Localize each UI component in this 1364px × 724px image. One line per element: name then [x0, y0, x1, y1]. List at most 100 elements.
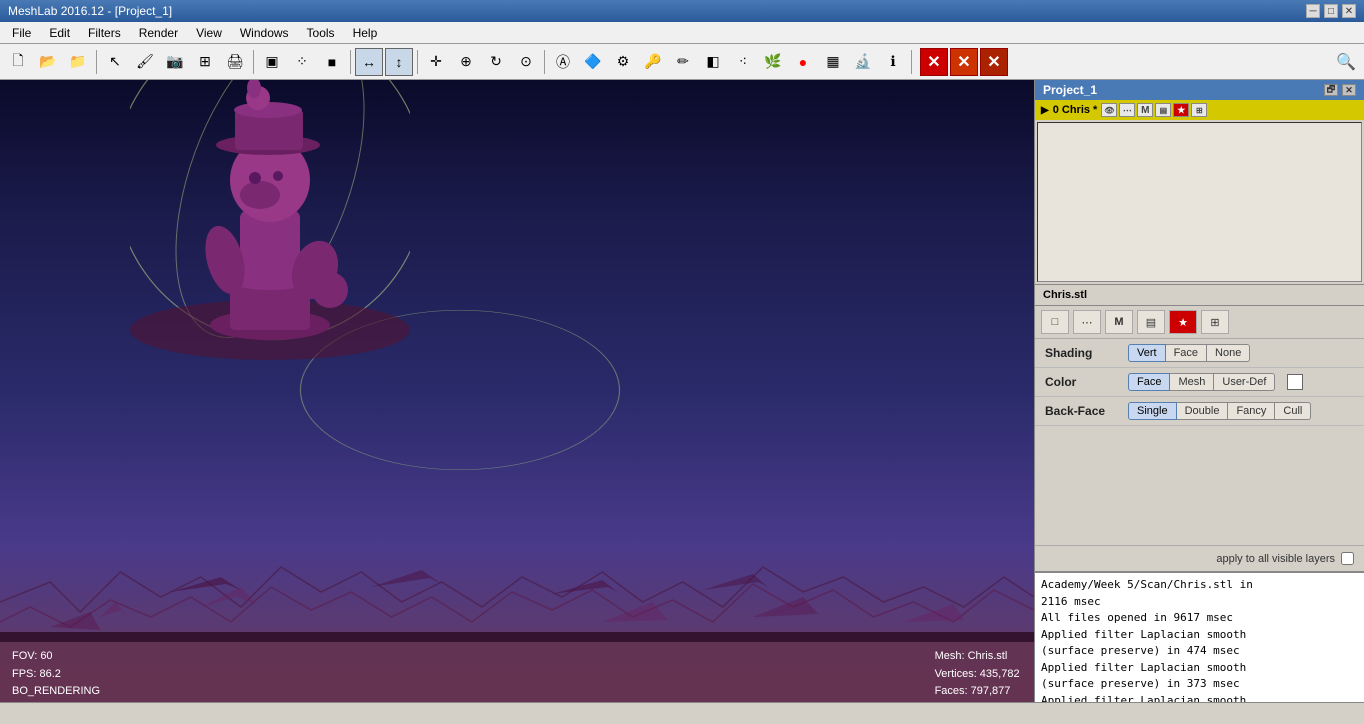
backface-double-button[interactable]: Double: [1177, 402, 1229, 420]
print-button[interactable]: 🖨: [221, 48, 249, 76]
separator-2: [253, 50, 254, 74]
brush-button[interactable]: ✏: [669, 48, 697, 76]
log-line-2: All files opened in 9617 msec: [1041, 610, 1358, 627]
shading-row: Shading Vert Face None: [1035, 339, 1364, 368]
snap-button[interactable]: ⊙: [512, 48, 540, 76]
shading-none-button[interactable]: None: [1207, 344, 1250, 362]
translate-x-button[interactable]: ↔: [355, 48, 383, 76]
title-bar-controls[interactable]: ─ □ ✕: [1306, 4, 1356, 18]
backface-single-button[interactable]: Single: [1128, 402, 1177, 420]
prop-icon-points[interactable]: ⋯: [1073, 310, 1101, 334]
plugin3-button[interactable]: 🔑: [639, 48, 667, 76]
layer-eye-icon[interactable]: 👁: [1101, 103, 1117, 117]
color-face-button[interactable]: Face: [1128, 373, 1170, 391]
layer-points-icon[interactable]: ⋯: [1119, 103, 1135, 117]
project-panel-header: Project_1 🗗 ✕: [1035, 80, 1364, 100]
viewport[interactable]: FOV: 60 FPS: 86.2 BO_RENDERING Mesh: Chr…: [0, 80, 1034, 702]
log-line-1: 2116 msec: [1041, 594, 1358, 611]
search-button[interactable]: 🔍: [1332, 48, 1360, 76]
shading-face-button[interactable]: Face: [1166, 344, 1207, 362]
snapshot-button[interactable]: 📷: [161, 48, 189, 76]
layer-grid-icon[interactable]: ⊞: [1191, 103, 1207, 117]
layer-mesh-icon[interactable]: M: [1137, 103, 1153, 117]
mesh-button[interactable]: 🌿: [759, 48, 787, 76]
rotate-button[interactable]: ↻: [482, 48, 510, 76]
transform-button[interactable]: ✛: [422, 48, 450, 76]
menu-view[interactable]: View: [188, 24, 230, 42]
select-button[interactable]: ↖: [101, 48, 129, 76]
filter-button[interactable]: 🔬: [849, 48, 877, 76]
properties-spacer: [1035, 426, 1364, 545]
layer-row[interactable]: ▶ 0 Chris * 👁 ⋯ M ▤ ★ ⊞: [1035, 100, 1364, 120]
properties-icons: □ ⋯ M ▤ ★ ⊞: [1035, 306, 1364, 339]
panel-restore-button[interactable]: 🗗: [1324, 84, 1338, 96]
color-userdef-button[interactable]: User-Def: [1214, 373, 1275, 391]
backface-fancy-button[interactable]: Fancy: [1228, 402, 1275, 420]
prop-icon-geom[interactable]: □: [1041, 310, 1069, 334]
project-list-area: [1037, 122, 1362, 282]
plugin1-button[interactable]: 🔷: [579, 48, 607, 76]
menu-tools[interactable]: Tools: [299, 24, 343, 42]
color-label: Color: [1045, 375, 1120, 389]
layer-label: 0 Chris *: [1053, 104, 1098, 116]
faces-label: Faces: 797,877: [935, 683, 1022, 701]
apply-all-checkbox[interactable]: [1341, 552, 1354, 565]
menu-filters[interactable]: Filters: [80, 24, 129, 42]
window-title: MeshLab 2016.12 - [Project_1]: [8, 4, 172, 18]
prop-icon-color2[interactable]: ★: [1169, 310, 1197, 334]
layers-button[interactable]: ⊞: [191, 48, 219, 76]
shading-vert-button[interactable]: Vert: [1128, 344, 1166, 362]
texture-button[interactable]: ◧: [699, 48, 727, 76]
log-panel-container: Academy/Week 5/Scan/Chris.stl in 2116 ms…: [1035, 571, 1364, 702]
menu-help[interactable]: Help: [345, 24, 386, 42]
square-button[interactable]: ■: [318, 48, 346, 76]
red-x-button-1[interactable]: ✕: [920, 48, 948, 76]
close-button[interactable]: ✕: [1342, 4, 1356, 18]
color-btn-group: Face Mesh User-Def: [1128, 373, 1275, 391]
red-x-button-3[interactable]: ✕: [980, 48, 1008, 76]
open-folder-button[interactable]: 📁: [64, 48, 92, 76]
panel-close-button[interactable]: ✕: [1342, 84, 1356, 96]
menu-edit[interactable]: Edit: [41, 24, 78, 42]
title-bar: MeshLab 2016.12 - [Project_1] ─ □ ✕: [0, 0, 1364, 22]
translate-y-button[interactable]: ↕: [385, 48, 413, 76]
scatter2-button[interactable]: ⁖: [729, 48, 757, 76]
plugin2-button[interactable]: ⚙: [609, 48, 637, 76]
layer-icons: 👁 ⋯ M ▤ ★ ⊞: [1101, 103, 1207, 117]
project-panel-header-controls[interactable]: 🗗 ✕: [1324, 84, 1356, 96]
model-3d: [130, 80, 410, 390]
minimize-button[interactable]: ─: [1306, 4, 1320, 18]
open-button[interactable]: 📂: [34, 48, 62, 76]
prop-icon-mesh2[interactable]: M: [1105, 310, 1133, 334]
properties-title: Chris.stl: [1035, 284, 1364, 306]
backface-cull-button[interactable]: Cull: [1275, 402, 1311, 420]
status-bar: [0, 702, 1364, 724]
selection-label: Selection: v: 0 f: 0: [935, 701, 1022, 702]
info-button[interactable]: ℹ: [879, 48, 907, 76]
red-x-button-2[interactable]: ✕: [950, 48, 978, 76]
scatter-button[interactable]: ⁘: [288, 48, 316, 76]
prop-icon-grid2[interactable]: ⊞: [1201, 310, 1229, 334]
maximize-button[interactable]: □: [1324, 4, 1338, 18]
new-button[interactable]: 🗋: [4, 48, 32, 76]
log-line-5: Applied filter Laplacian smooth: [1041, 660, 1358, 677]
crop-button[interactable]: ▣: [258, 48, 286, 76]
apply-row: apply to all visible layers: [1035, 545, 1364, 571]
layer-color-icon[interactable]: ★: [1173, 103, 1189, 117]
menu-windows[interactable]: Windows: [232, 24, 297, 42]
menu-file[interactable]: File: [4, 24, 39, 42]
layer-texture-icon[interactable]: ▤: [1155, 103, 1171, 117]
paint-button[interactable]: 🖌: [131, 48, 159, 76]
expand-arrow: ▶: [1041, 105, 1049, 116]
color-mesh-button[interactable]: Mesh: [1170, 373, 1214, 391]
prop-icon-texture2[interactable]: ▤: [1137, 310, 1165, 334]
viewport-status: FOV: 60 FPS: 86.2 BO_RENDERING Mesh: Chr…: [0, 642, 1034, 702]
annotation-button[interactable]: Ⓐ: [549, 48, 577, 76]
separator-3: [350, 50, 351, 74]
log-panel[interactable]: Academy/Week 5/Scan/Chris.stl in 2116 ms…: [1035, 572, 1364, 702]
scale-button[interactable]: ⊕: [452, 48, 480, 76]
color-swatch[interactable]: [1287, 374, 1303, 390]
geo-button[interactable]: ▦: [819, 48, 847, 76]
menu-render[interactable]: Render: [131, 24, 186, 42]
red-dot-button[interactable]: ●: [789, 48, 817, 76]
